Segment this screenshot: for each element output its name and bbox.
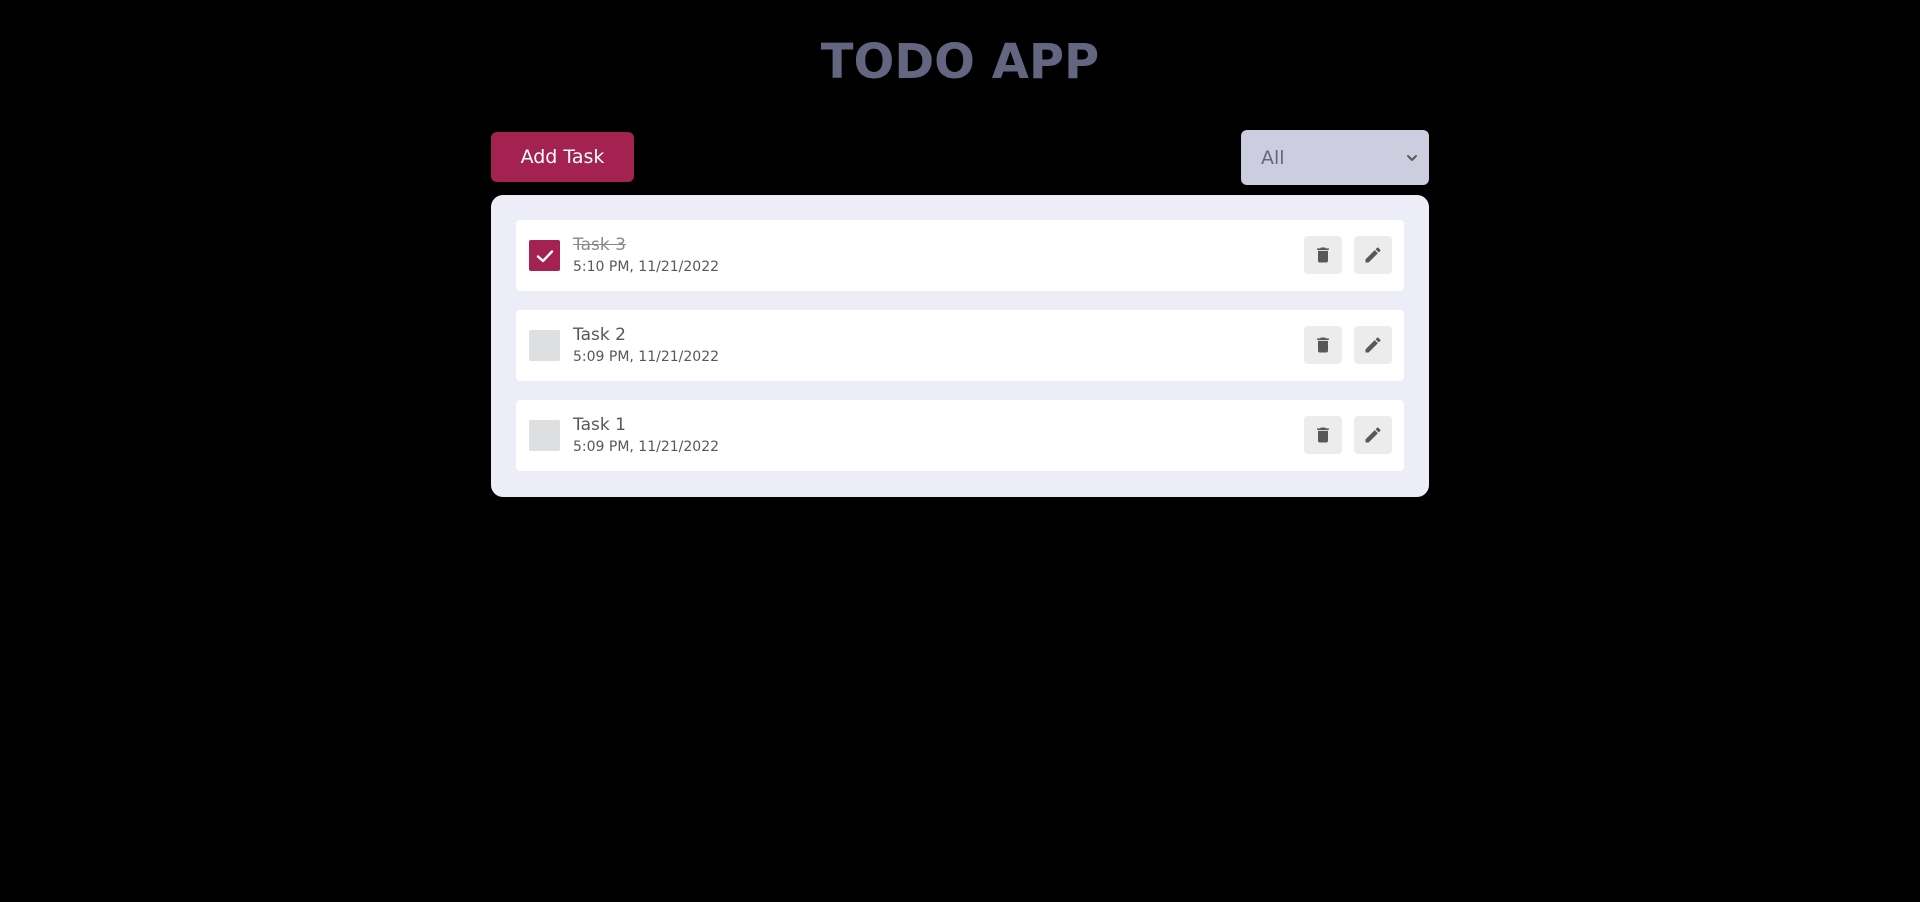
task-checkbox[interactable] xyxy=(529,240,560,271)
trash-icon xyxy=(1317,247,1329,263)
delete-button[interactable] xyxy=(1304,326,1342,364)
task-checkbox[interactable] xyxy=(529,330,560,361)
chevron-down-icon xyxy=(1407,154,1417,161)
trash-icon xyxy=(1317,337,1329,353)
delete-button[interactable] xyxy=(1304,416,1342,454)
edit-button[interactable] xyxy=(1354,326,1392,364)
task-list: Task 3 5:10 PM, 11/21/2022 Task 2 5:09 P… xyxy=(491,195,1429,497)
task-item: Task 2 5:09 PM, 11/21/2022 xyxy=(516,310,1404,381)
task-item: Task 3 5:10 PM, 11/21/2022 xyxy=(516,220,1404,291)
task-title: Task 3 xyxy=(573,235,626,255)
filter-select[interactable]: All xyxy=(1241,130,1429,185)
pencil-icon xyxy=(1365,247,1381,263)
edit-button[interactable] xyxy=(1354,236,1392,274)
add-task-button[interactable]: Add Task xyxy=(491,132,634,182)
filter-selected-value: All xyxy=(1261,146,1285,169)
task-time: 5:09 PM, 11/21/2022 xyxy=(573,439,720,455)
task-time: 5:09 PM, 11/21/2022 xyxy=(573,349,720,365)
delete-button[interactable] xyxy=(1304,236,1342,274)
trash-icon xyxy=(1317,427,1329,443)
task-title: Task 2 xyxy=(573,325,626,345)
task-title: Task 1 xyxy=(573,415,626,435)
check-icon xyxy=(536,249,553,262)
task-time: 5:10 PM, 11/21/2022 xyxy=(573,259,720,275)
pencil-icon xyxy=(1365,427,1381,443)
page-title: TODO APP xyxy=(820,34,1100,90)
edit-button[interactable] xyxy=(1354,416,1392,454)
task-item: Task 1 5:09 PM, 11/21/2022 xyxy=(516,400,1404,471)
pencil-icon xyxy=(1365,337,1381,353)
task-checkbox[interactable] xyxy=(529,420,560,451)
